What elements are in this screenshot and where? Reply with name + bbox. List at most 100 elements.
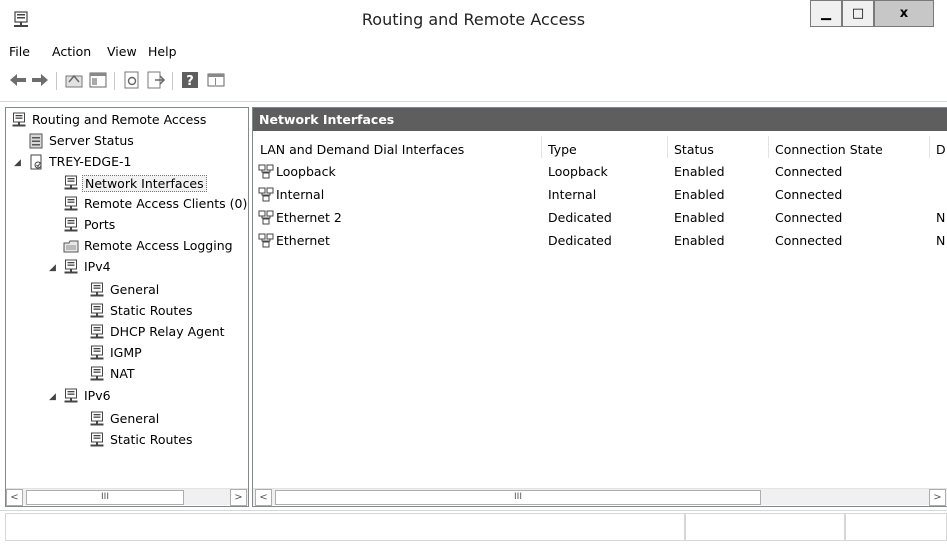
menu-action[interactable]: Action <box>52 44 91 59</box>
menu-help[interactable]: Help <box>148 44 177 59</box>
details-pane: Network Interfaces LAN and Demand Dial I… <box>252 107 947 507</box>
scroll-left-button[interactable]: < <box>6 489 23 506</box>
tree-item-label: General <box>110 282 160 297</box>
cell-connection-state: Connected <box>775 164 843 179</box>
status-panel-2 <box>685 513 845 541</box>
scroll-thumb[interactable]: III <box>275 490 761 505</box>
toolbar: ? <box>0 62 947 102</box>
toolbar-separator <box>56 72 57 90</box>
minimize-icon: ▁ <box>821 6 831 21</box>
scroll-right-button[interactable]: > <box>230 489 247 506</box>
console-tree: Routing and Remote Access Server Status ◢ T… <box>5 107 249 507</box>
cell-connection-state: Connected <box>775 233 843 248</box>
column-divider[interactable] <box>541 136 542 158</box>
server-icon <box>63 196 79 212</box>
tree-item-label: Remote Access Logging <box>84 238 233 253</box>
refresh-icon[interactable] <box>122 70 142 90</box>
server-icon <box>89 345 105 361</box>
cell-type: Loopback <box>548 164 608 179</box>
cell-device: N <box>936 210 946 225</box>
tree-item-label: IGMP <box>110 345 142 360</box>
network-interface-icon <box>258 164 274 180</box>
server-icon <box>63 217 79 233</box>
tree-item-label: Routing and Remote Access <box>32 112 207 127</box>
cell-interface-name: Ethernet 2 <box>276 210 342 225</box>
menu-view[interactable]: View <box>107 44 137 59</box>
tree-item-label: IPv4 <box>84 259 111 274</box>
menu-bar: File Action View Help <box>0 40 947 62</box>
tree-item-label: IPv6 <box>84 388 111 403</box>
cell-interface-name: Internal <box>276 187 325 202</box>
tree-item-label: General <box>110 411 160 426</box>
network-interface-icon <box>258 210 274 226</box>
server-icon <box>63 259 79 275</box>
menu-file[interactable]: File <box>9 44 30 59</box>
cell-type: Dedicated <box>548 210 612 225</box>
column-divider[interactable] <box>667 136 668 158</box>
cell-device: N <box>936 233 946 248</box>
cell-status: Enabled <box>674 164 725 179</box>
cell-connection-state: Connected <box>775 210 843 225</box>
properties-icon[interactable] <box>206 70 226 90</box>
window-title: Routing and Remote Access <box>361 10 586 29</box>
title-bar: Routing and Remote Access ▁ □ x <box>0 0 947 40</box>
column-header-status[interactable]: Status <box>674 142 714 157</box>
tree-item-label: Remote Access Clients (0) <box>84 196 248 211</box>
interface-row[interactable]: Internal Internal Enabled Connected <box>253 184 947 207</box>
status-bar <box>0 510 947 544</box>
cell-interface-name: Ethernet <box>276 233 330 248</box>
close-icon: x <box>899 6 909 21</box>
toolbar-separator <box>172 72 173 90</box>
network-interface-icon <box>258 233 274 249</box>
server-icon <box>28 154 44 170</box>
collapse-triangle-icon[interactable]: ◢ <box>14 158 21 168</box>
column-divider[interactable] <box>929 136 930 158</box>
interface-row[interactable]: Loopback Loopback Enabled Connected <box>253 161 947 184</box>
column-header-name[interactable]: LAN and Demand Dial Interfaces <box>260 142 464 157</box>
server-icon <box>89 411 105 427</box>
export-list-icon[interactable] <box>146 70 166 90</box>
back-arrow-icon[interactable] <box>8 70 28 90</box>
svg-text:?: ? <box>186 74 194 89</box>
collapse-triangle-icon[interactable]: ◢ <box>49 263 56 273</box>
close-button[interactable]: x <box>874 0 934 27</box>
show-hide-tree-icon[interactable] <box>88 70 108 90</box>
cell-status: Enabled <box>674 233 725 248</box>
scroll-left-button[interactable]: < <box>255 489 272 506</box>
cell-status: Enabled <box>674 210 725 225</box>
server-icon <box>89 366 105 382</box>
cell-type: Dedicated <box>548 233 612 248</box>
tree-item-label: Ports <box>84 217 116 232</box>
maximize-button[interactable]: □ <box>842 0 874 27</box>
forward-arrow-icon[interactable] <box>30 70 50 90</box>
column-header-type[interactable]: Type <box>548 142 577 157</box>
scroll-thumb[interactable]: III <box>26 490 184 505</box>
minimize-button[interactable]: ▁ <box>810 0 842 27</box>
help-icon[interactable]: ? <box>180 70 200 90</box>
server-icon <box>89 324 105 340</box>
toolbar-separator <box>114 72 115 90</box>
status-panel-main <box>5 513 685 541</box>
scroll-right-button[interactable]: > <box>929 489 946 506</box>
server-icon <box>63 238 79 254</box>
server-icon <box>89 303 105 319</box>
network-interface-icon <box>258 187 274 203</box>
server-icon <box>63 175 79 191</box>
tree-item-label: Server Status <box>49 133 134 148</box>
status-panel-3 <box>845 513 947 541</box>
cell-interface-name: Loopback <box>276 164 336 179</box>
cell-type: Internal <box>548 187 597 202</box>
tree-item-label: Static Routes <box>110 432 193 447</box>
cell-status: Enabled <box>674 187 725 202</box>
column-header-connection-state[interactable]: Connection State <box>775 142 883 157</box>
column-divider[interactable] <box>768 136 769 158</box>
column-header-device[interactable]: D <box>936 142 946 157</box>
details-horizontal-scrollbar[interactable]: < III > <box>253 488 947 506</box>
tree-item-label: Static Routes <box>110 303 193 318</box>
interface-row[interactable]: Ethernet Dedicated Enabled Connected N <box>253 230 947 253</box>
up-folder-icon[interactable] <box>64 70 84 90</box>
collapse-triangle-icon[interactable]: ◢ <box>49 392 56 402</box>
tree-item-label: Network Interfaces <box>82 175 207 192</box>
tree-horizontal-scrollbar[interactable]: < III > <box>6 488 248 506</box>
interface-row[interactable]: Ethernet 2 Dedicated Enabled Connected N <box>253 207 947 230</box>
